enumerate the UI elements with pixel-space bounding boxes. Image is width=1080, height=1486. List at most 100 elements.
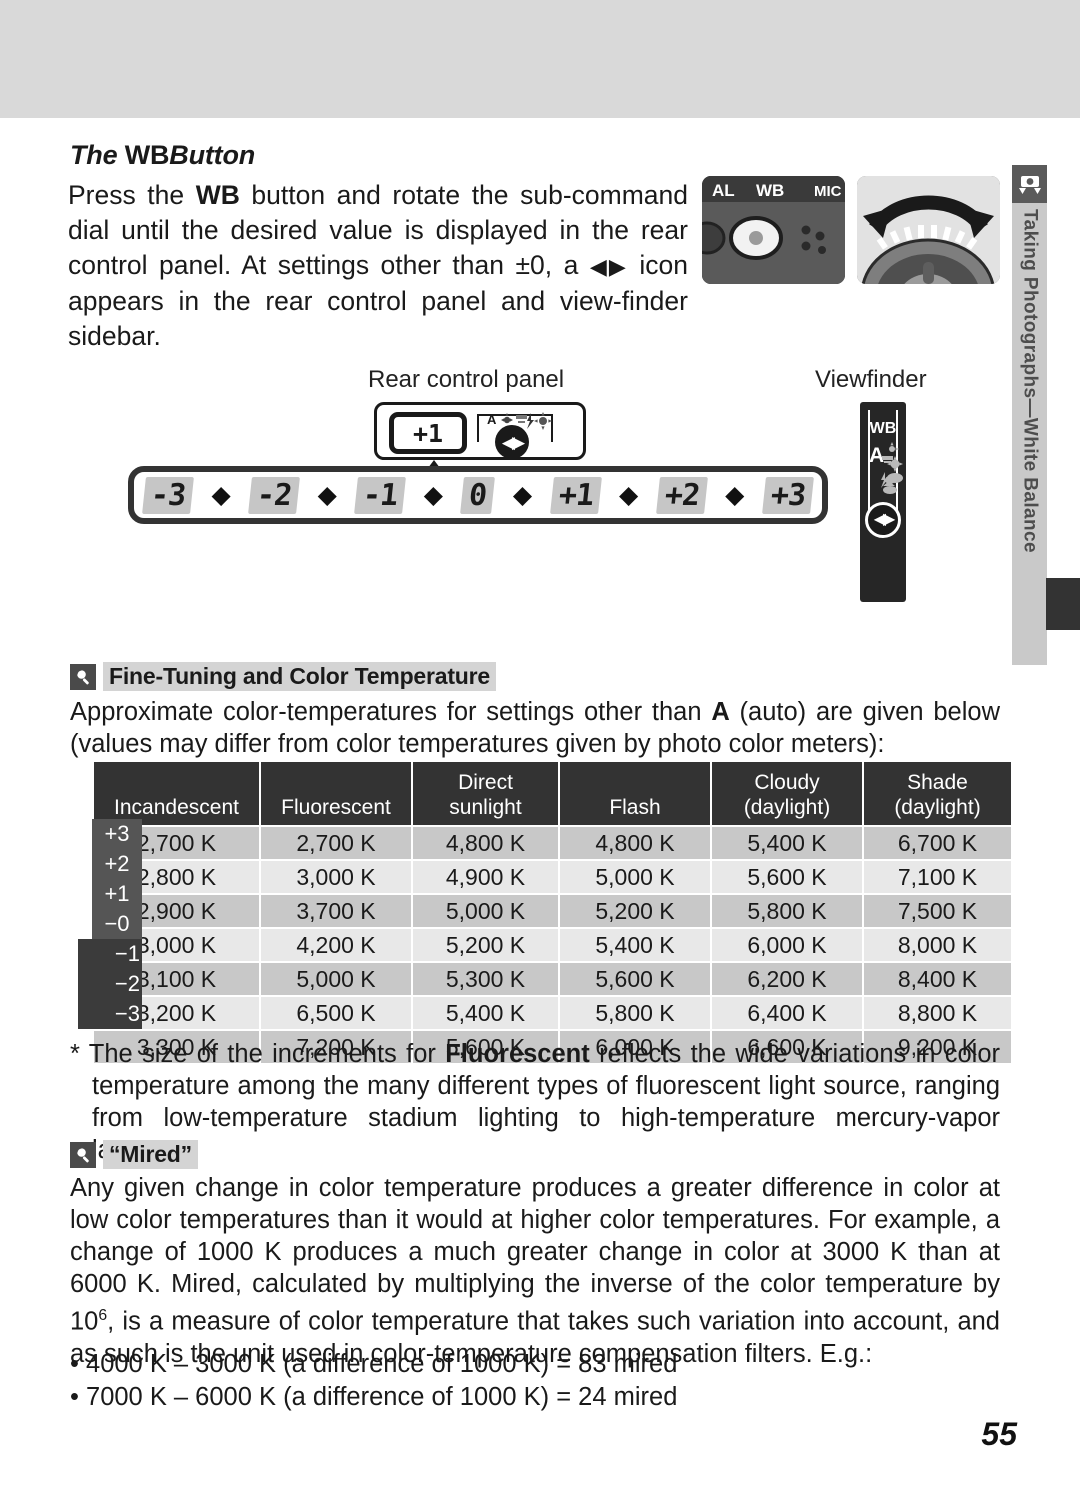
row-label-zero: −0 <box>92 909 142 939</box>
col-bottom: Incandescent <box>114 796 239 819</box>
fine-tuning-note-body: Approximate color-temperatures for setti… <box>70 696 1000 760</box>
cell: 5,400 K <box>712 827 862 859</box>
left-right-arrow-icon: ◀▶ <box>865 502 901 538</box>
scale-segment: +1 <box>549 476 602 514</box>
mired-note-title: “Mired” <box>103 1140 198 1169</box>
scale-segment: -3 <box>142 476 195 514</box>
table-row: 3,000 K 4,200 K 5,200 K 5,400 K 6,000 K 8,000… <box>94 929 1011 961</box>
mired-examples: • 4000 K – 3000 K (a difference of 1000 … <box>70 1348 770 1414</box>
cell: 5,400 K <box>560 929 710 961</box>
col-bottom: (daylight) <box>894 796 981 819</box>
cell: 5,200 K <box>560 895 710 927</box>
manual-page: Taking Photographs—White Balance The WBB… <box>0 0 1080 1486</box>
cell: 3,000 K <box>261 861 411 893</box>
col-bottom: Flash <box>609 796 661 819</box>
fine-tuning-note-heading: Fine-Tuning and Color Temperature <box>70 662 496 691</box>
table-row: 2,800 K 3,000 K 4,900 K 5,000 K 5,600 K 7,100… <box>94 861 1011 893</box>
cell: 4,800 K <box>560 827 710 859</box>
fine-tuning-auto-label: A <box>711 698 730 726</box>
rear-control-panel-display: +1 A ◀▶ <box>374 402 586 460</box>
cell: 8,400 K <box>864 963 1011 995</box>
svg-text:AL: AL <box>712 181 735 200</box>
rear-panel-value: +1 <box>389 412 467 454</box>
row-label-minus3: −3 <box>78 999 142 1029</box>
cell: 5,000 K <box>261 963 411 995</box>
cell: 6,200 K <box>712 963 862 995</box>
mired-note-body: Any given change in color temperature pr… <box>70 1172 1000 1370</box>
intro-paragraph: Press the WB button and rotate the sub-c… <box>68 178 688 354</box>
cell: 2,700 K <box>261 827 411 859</box>
viewfinder-wb-label: WB <box>869 420 897 437</box>
scale-diamond-icon: ◆ <box>317 481 337 509</box>
mired-exponent: 6 <box>98 1307 108 1324</box>
column-header-fluorescent: Fluorescent <box>261 762 411 825</box>
footnote-bold: Fluorescent <box>445 1040 590 1068</box>
page-number: 55 <box>981 1416 1017 1452</box>
camera-icon <box>1012 165 1047 203</box>
page-title-the: The <box>70 140 125 170</box>
viewfinder-wb-symbols <box>880 442 904 503</box>
cell: 5,000 K <box>413 895 558 927</box>
section-tab-label: Taking Photographs—White Balance <box>1019 209 1041 553</box>
cell: 6,700 K <box>864 827 1011 859</box>
viewfinder-caption: Viewfinder <box>815 366 927 393</box>
column-header-shade: Shade (daylight) <box>864 762 1011 825</box>
color-temperature-table: Incandescent Fluorescent Direct sunlight… <box>92 760 1011 1065</box>
left-right-arrow-icon: ◀▶ <box>495 425 529 459</box>
cell: 6,500 K <box>261 997 411 1029</box>
page-title-button: Button <box>169 140 256 170</box>
row-label-minus2: −2 <box>78 969 142 999</box>
cell: 4,800 K <box>413 827 558 859</box>
cell: 6,000 K <box>712 929 862 961</box>
scale-segment: +3 <box>761 476 814 514</box>
cell: 5,300 K <box>413 963 558 995</box>
svg-text:MIC: MIC <box>814 183 842 200</box>
footnote-marker: * <box>70 1040 80 1068</box>
svg-text:WB: WB <box>756 181 784 200</box>
cell: 4,200 K <box>261 929 411 961</box>
mired-note-heading: “Mired” <box>70 1140 198 1169</box>
fine-tuning-body-1: Approximate color-temperatures for setti… <box>70 698 712 726</box>
row-label-plus2: +2 <box>92 849 142 879</box>
scale-diamond-icon: ◆ <box>211 481 231 509</box>
footnote-text-1: The size of the increments for <box>79 1040 446 1068</box>
magnifier-icon <box>70 663 96 690</box>
table-row: 2,700 K 2,700 K 4,800 K 4,800 K 5,400 K 6,700… <box>94 827 1011 859</box>
svg-text:A: A <box>487 412 497 427</box>
row-label-minus1: −1 <box>78 939 142 969</box>
cell: 7,100 K <box>864 861 1011 893</box>
column-header-flash: Flash <box>560 762 710 825</box>
list-item: • 7000 K – 6000 K (a difference of 1000 … <box>70 1383 678 1411</box>
scale-segment: +2 <box>655 476 708 514</box>
scale-diamond-icon: ◆ <box>725 481 745 509</box>
cell: 8,000 K <box>864 929 1011 961</box>
table-footnote: * The size of the increments for Fluores… <box>70 1038 1000 1166</box>
cell: 7,500 K <box>864 895 1011 927</box>
col-bottom: Fluorescent <box>281 796 391 819</box>
col-top: Direct <box>458 771 513 794</box>
col-top: Cloudy <box>754 771 820 794</box>
viewfinder-sidebar-display: WB A ◀▶ <box>860 402 906 602</box>
intro-wb-label: WB <box>195 180 240 210</box>
list-item: • 4000 K – 3000 K (a difference of 1000 … <box>70 1350 678 1378</box>
table-header-row: Incandescent Fluorescent Direct sunlight… <box>94 762 1011 825</box>
table-row: 3,100 K 5,000 K 5,300 K 5,600 K 6,200 K 8,400… <box>94 963 1011 995</box>
sub-command-dial-photo <box>857 176 1000 284</box>
cell: 4,900 K <box>413 861 558 893</box>
intro-text-1: Press the <box>68 180 196 210</box>
col-bottom: sunlight <box>449 796 522 819</box>
scale-segment: -1 <box>354 476 407 514</box>
cell: 5,600 K <box>712 861 862 893</box>
left-right-arrow-icon: ◀▶ <box>589 254 630 279</box>
column-header-incandescent: Incandescent <box>94 762 259 825</box>
row-label-plus1: +1 <box>92 879 142 909</box>
cell: 6,400 K <box>712 997 862 1029</box>
table-row: 3,200 K 6,500 K 5,400 K 5,800 K 6,400 K 8,800… <box>94 997 1011 1029</box>
top-gray-band <box>0 0 1080 118</box>
table-row: 2,900 K 3,700 K 5,000 K 5,200 K 5,800 K 7,500… <box>94 895 1011 927</box>
column-header-direct-sunlight: Direct sunlight <box>413 762 558 825</box>
scale-diamond-icon: ◆ <box>423 481 444 509</box>
page-title: The WBButton <box>70 140 255 171</box>
cell: 5,400 K <box>413 997 558 1029</box>
col-bottom: (daylight) <box>743 796 831 819</box>
